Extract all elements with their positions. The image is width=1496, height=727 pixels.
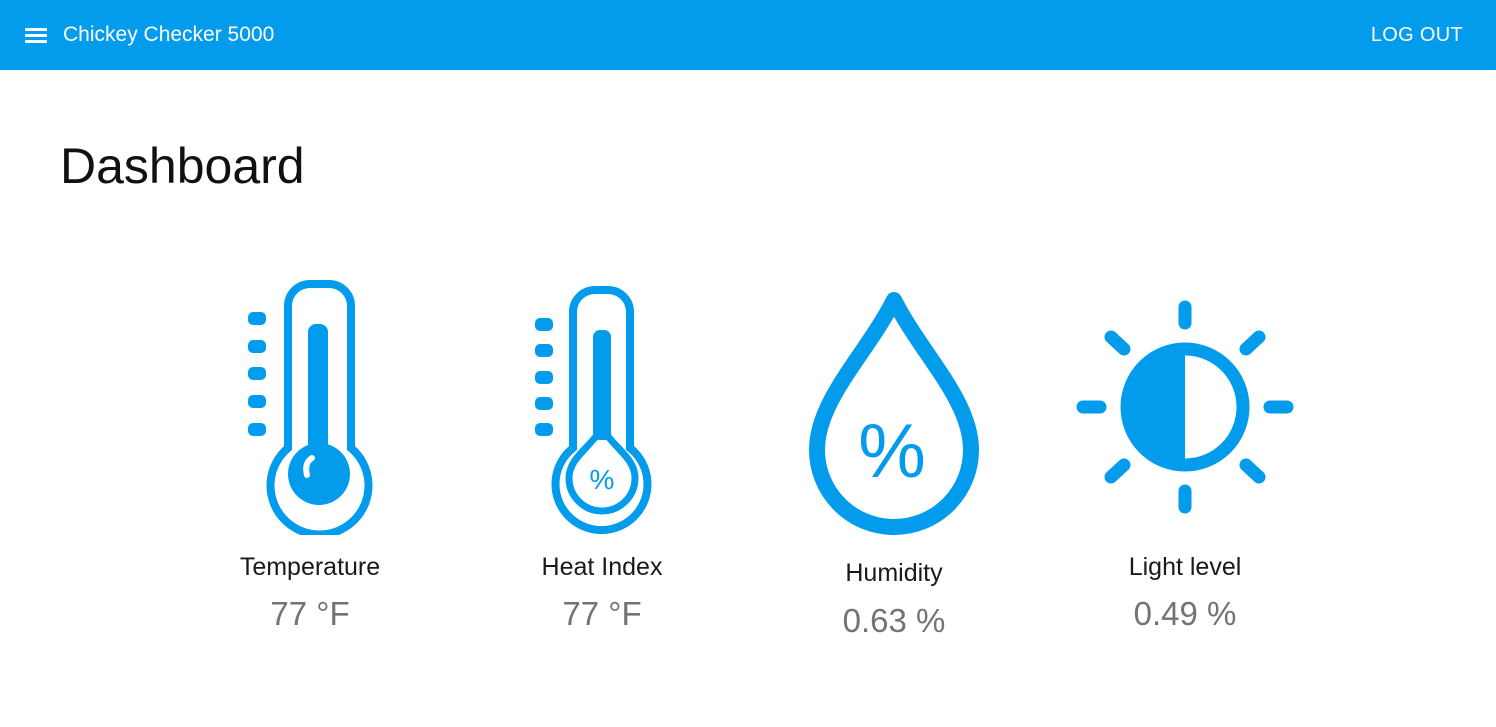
svg-text:%: % (590, 464, 615, 495)
hamburger-menu-icon[interactable] (25, 24, 47, 46)
light-level-sun-icon (1076, 300, 1294, 514)
app-bar: Chickey Checker 5000 LOG OUT (0, 0, 1496, 70)
metric-tile-heat-index: % Heat Index 77 °F (482, 280, 722, 640)
thermometer-icon (248, 280, 373, 535)
metric-value: 0.49 % (1133, 595, 1237, 632)
metric-tile-temperature: Temperature 77 °F (190, 280, 430, 640)
metric-value: 0.63 % (842, 602, 946, 639)
metric-label: Humidity (845, 559, 943, 587)
metric-label: Temperature (239, 553, 381, 581)
humidity-percent-glyph: % (858, 409, 926, 494)
app-title: Chickey Checker 5000 (63, 23, 275, 46)
page-title: Dashboard (60, 138, 305, 194)
metric-label: Heat Index (541, 553, 663, 581)
heat-index-thermometer-icon: % (535, 286, 652, 535)
metric-tile-humidity: % Humidity 0.63 % (774, 280, 1014, 640)
metric-tile-light-level: Light level 0.49 % (1065, 280, 1305, 640)
metric-value: 77 °F (562, 595, 642, 632)
logout-button[interactable]: LOG OUT (1371, 22, 1463, 48)
metric-label: Light level (1128, 553, 1242, 581)
humidity-drop-icon: % (809, 292, 979, 535)
metric-value: 77 °F (270, 595, 350, 632)
